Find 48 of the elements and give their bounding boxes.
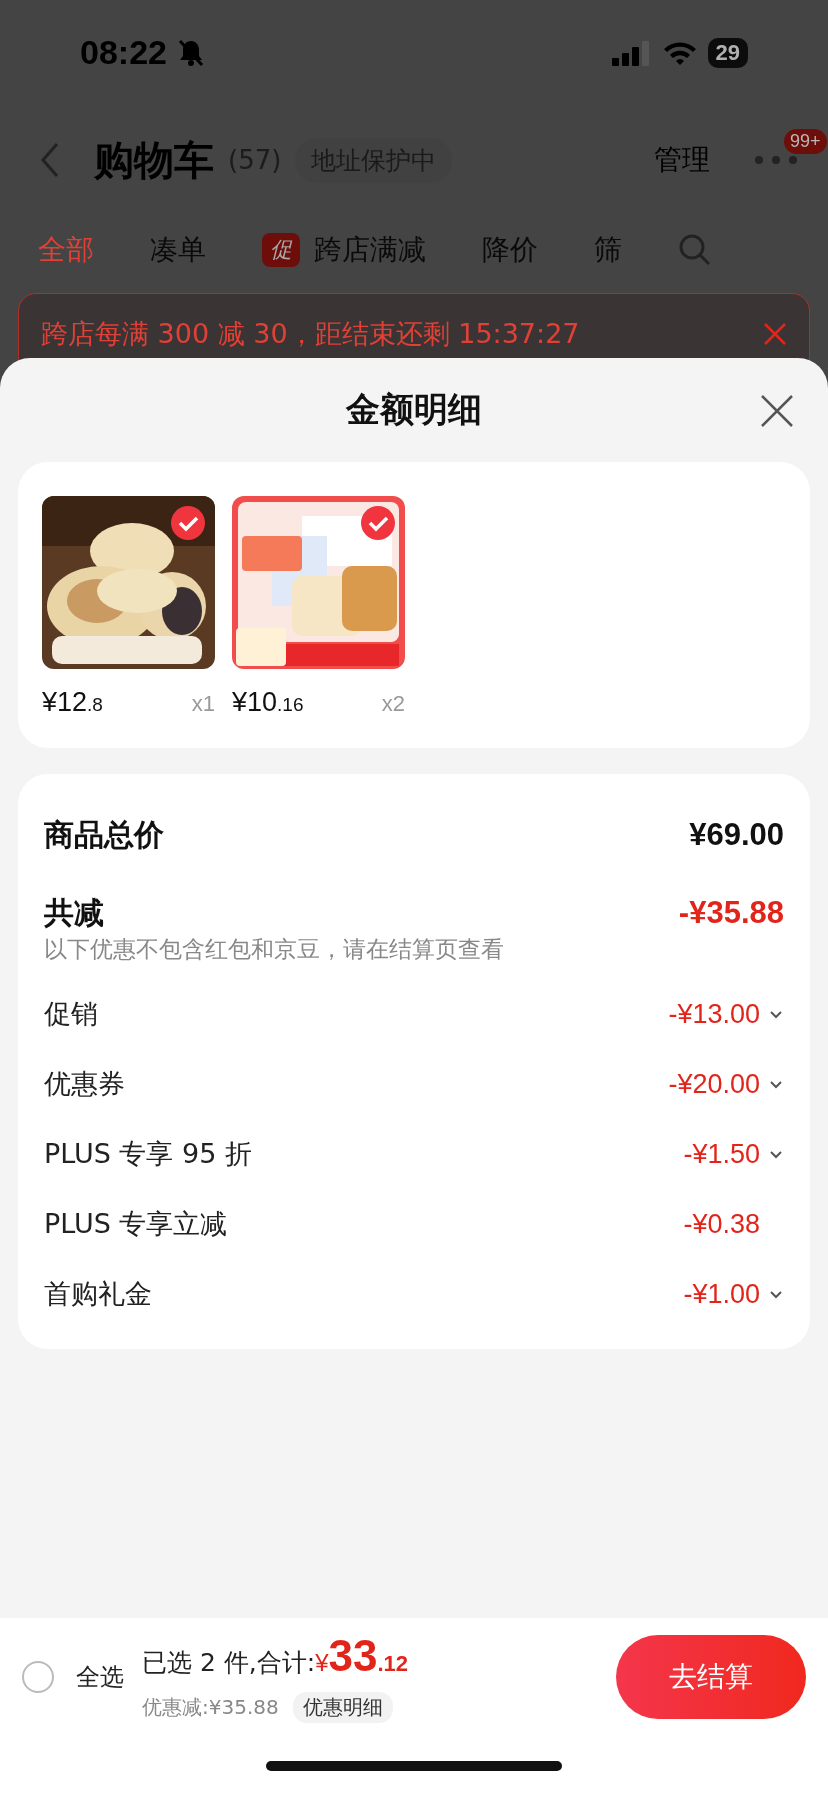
filter-tab[interactable]: 筛: [594, 231, 622, 269]
discount-label: 促销: [44, 997, 98, 1031]
discount-amount: -¥1.00: [683, 1278, 760, 1310]
summary-amount: ¥69.00: [689, 817, 784, 853]
chevron-down-icon[interactable]: [769, 1149, 783, 1159]
summary-label: 商品总价: [44, 815, 164, 854]
discount-amount: -¥13.00: [668, 998, 760, 1030]
battery-level: 29: [707, 37, 748, 68]
chevron-down-icon[interactable]: [769, 1289, 783, 1299]
discount-amount: -¥1.50: [683, 1138, 760, 1170]
product-quantity: x1: [191, 691, 215, 717]
select-all-radio[interactable]: [22, 1661, 54, 1693]
discount-details-button[interactable]: 优惠明细: [292, 1691, 393, 1723]
chevron-down-icon[interactable]: [769, 1009, 783, 1019]
notification-badge: 99+: [784, 129, 827, 154]
close-icon[interactable]: [760, 394, 794, 428]
filter-tab[interactable]: 全部: [38, 231, 94, 269]
status-time: 08:22: [80, 33, 167, 72]
summary-amount: -¥35.88: [678, 895, 784, 931]
discount-label: PLUS 专享立减: [44, 1207, 228, 1241]
filter-tab[interactable]: 降价: [482, 231, 538, 269]
discount-amount: -¥0.38: [683, 1208, 760, 1240]
filter-tab[interactable]: 凑单: [150, 231, 206, 269]
discount-note: 以下优惠不包含红包和京豆，请在结算页查看: [44, 935, 505, 964]
summary-label: 共减: [44, 893, 104, 932]
filter-tab[interactable]: 促 跨店满减: [262, 231, 426, 269]
checkmark-icon[interactable]: [361, 506, 395, 540]
checkout-button[interactable]: 去结算: [616, 1635, 806, 1719]
discount-label: 优惠券: [44, 1067, 125, 1101]
discount-amount: -¥20.00: [668, 1068, 760, 1100]
discount-label: PLUS 专享 95 折: [44, 1137, 252, 1171]
banner-text: 跨店每满 300 减 30，距结束还剩 15:37:27: [41, 317, 580, 351]
discount-label: 首购礼金: [44, 1277, 152, 1311]
signal-icon: [611, 39, 652, 66]
select-all-label: 全选: [76, 1662, 124, 1693]
selected-count: 已选 2 件,合计:: [142, 1646, 316, 1679]
checkmark-icon[interactable]: [171, 506, 205, 540]
total-price: ¥33.12: [315, 1631, 409, 1682]
discount-total: 优惠减:¥35.88: [142, 1693, 279, 1721]
page-title: 购物车: [94, 135, 214, 185]
product-price: ¥12.8: [42, 687, 103, 718]
manage-button[interactable]: 管理: [654, 141, 710, 179]
promo-badge: 促: [262, 233, 300, 267]
sheet-title: 金额明细: [346, 388, 482, 431]
product-quantity: x2: [381, 691, 405, 717]
bell-muted-icon: [176, 37, 205, 68]
product-price: ¥10.16: [232, 687, 304, 718]
chevron-down-icon[interactable]: [769, 1079, 783, 1089]
